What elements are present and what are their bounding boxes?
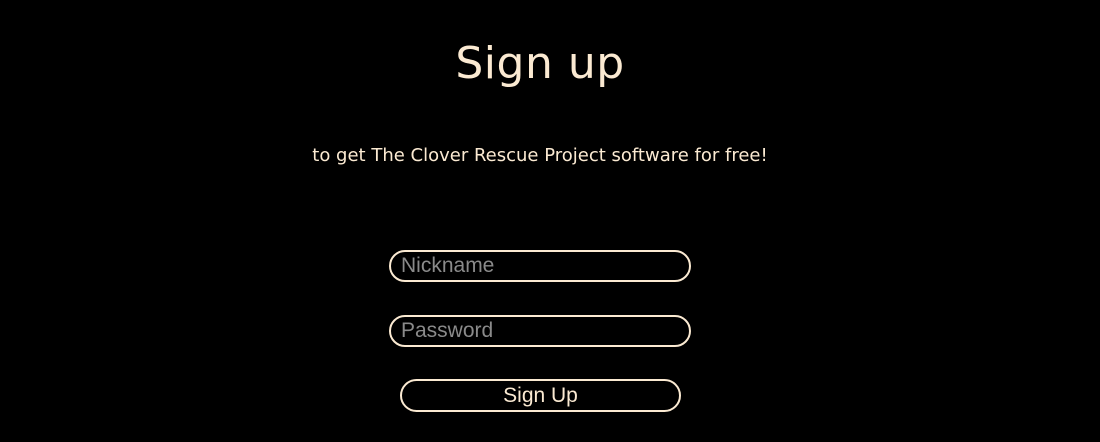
sign-up-button[interactable]: Sign Up [400,379,681,412]
page-subtitle: to get The Clover Rescue Project softwar… [312,145,768,166]
nickname-input[interactable] [389,250,691,282]
password-input[interactable] [389,315,691,347]
page-title: Sign up [455,38,625,89]
